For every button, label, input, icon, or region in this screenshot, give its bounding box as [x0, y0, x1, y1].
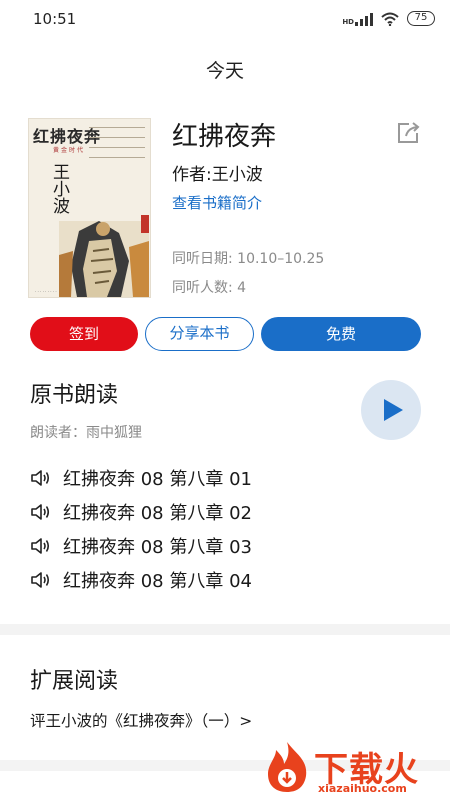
book-intro-link[interactable]: 查看书籍简介 — [172, 192, 262, 213]
chapter-item[interactable]: 红拂夜奔 08 第八章 01 — [30, 466, 252, 490]
extended-section-title: 扩展阅读 — [30, 669, 119, 694]
sign-in-button[interactable]: 签到 — [30, 317, 138, 351]
status-icons: HD 75 — [342, 11, 435, 26]
reader-name: 朗读者：雨中狐狸 — [30, 425, 142, 441]
extended-article-link[interactable]: 评王小波的《红拂夜奔》（一）> — [30, 709, 252, 731]
section-divider — [0, 624, 450, 635]
wifi-icon — [381, 12, 399, 26]
chapter-item[interactable]: 红拂夜奔 08 第八章 02 — [30, 500, 252, 524]
network-label: HD — [342, 17, 354, 26]
status-bar: 10:51 HD 75 — [0, 0, 450, 40]
speaker-icon — [31, 504, 50, 520]
chapter-label: 红拂夜奔 08 第八章 01 — [63, 469, 252, 490]
page-title: 今天 — [205, 60, 244, 82]
chapter-label: 红拂夜奔 08 第八章 03 — [63, 537, 252, 558]
battery-icon: 75 — [407, 11, 435, 26]
cover-subtitle: 黄金时代 — [53, 147, 86, 154]
chapter-item[interactable]: 红拂夜奔 08 第八章 04 — [30, 568, 252, 592]
chapter-label: 红拂夜奔 08 第八章 02 — [63, 503, 252, 524]
free-button[interactable]: 免费 — [261, 317, 421, 351]
speaker-icon — [31, 470, 50, 486]
play-button[interactable] — [361, 380, 421, 440]
cover-text-lines — [89, 127, 145, 167]
share-book-button[interactable]: 分享本书 — [145, 317, 254, 351]
status-time: 10:51 — [33, 10, 77, 28]
watermark: 下载火 xiazaihuo.com — [262, 740, 448, 798]
listen-date: 同听日期: 10.10–10.25 — [172, 251, 325, 267]
book-title: 红拂夜奔 — [172, 122, 277, 152]
listen-count: 同听人数: 4 — [172, 280, 247, 296]
cover-publisher: · · · · · · · · · — [35, 289, 57, 294]
watermark-url: xiazaihuo.com — [318, 782, 407, 795]
flame-logo-icon — [268, 742, 307, 792]
speaker-icon — [31, 538, 50, 554]
cover-author: 王小波 — [49, 163, 69, 214]
book-author: 作者:王小波 — [172, 165, 263, 185]
reading-section-title: 原书朗读 — [30, 383, 119, 408]
speaker-icon — [31, 572, 50, 588]
cover-illustration — [59, 215, 149, 297]
signal-icon: HD — [342, 12, 373, 26]
share-icon[interactable] — [396, 119, 422, 145]
book-cover[interactable]: 红拂夜奔 黄金时代 王小波 · · · · · · · · · — [28, 118, 151, 298]
chapter-label: 红拂夜奔 08 第八章 04 — [63, 571, 252, 592]
chapter-item[interactable]: 红拂夜奔 08 第八章 03 — [30, 534, 252, 558]
